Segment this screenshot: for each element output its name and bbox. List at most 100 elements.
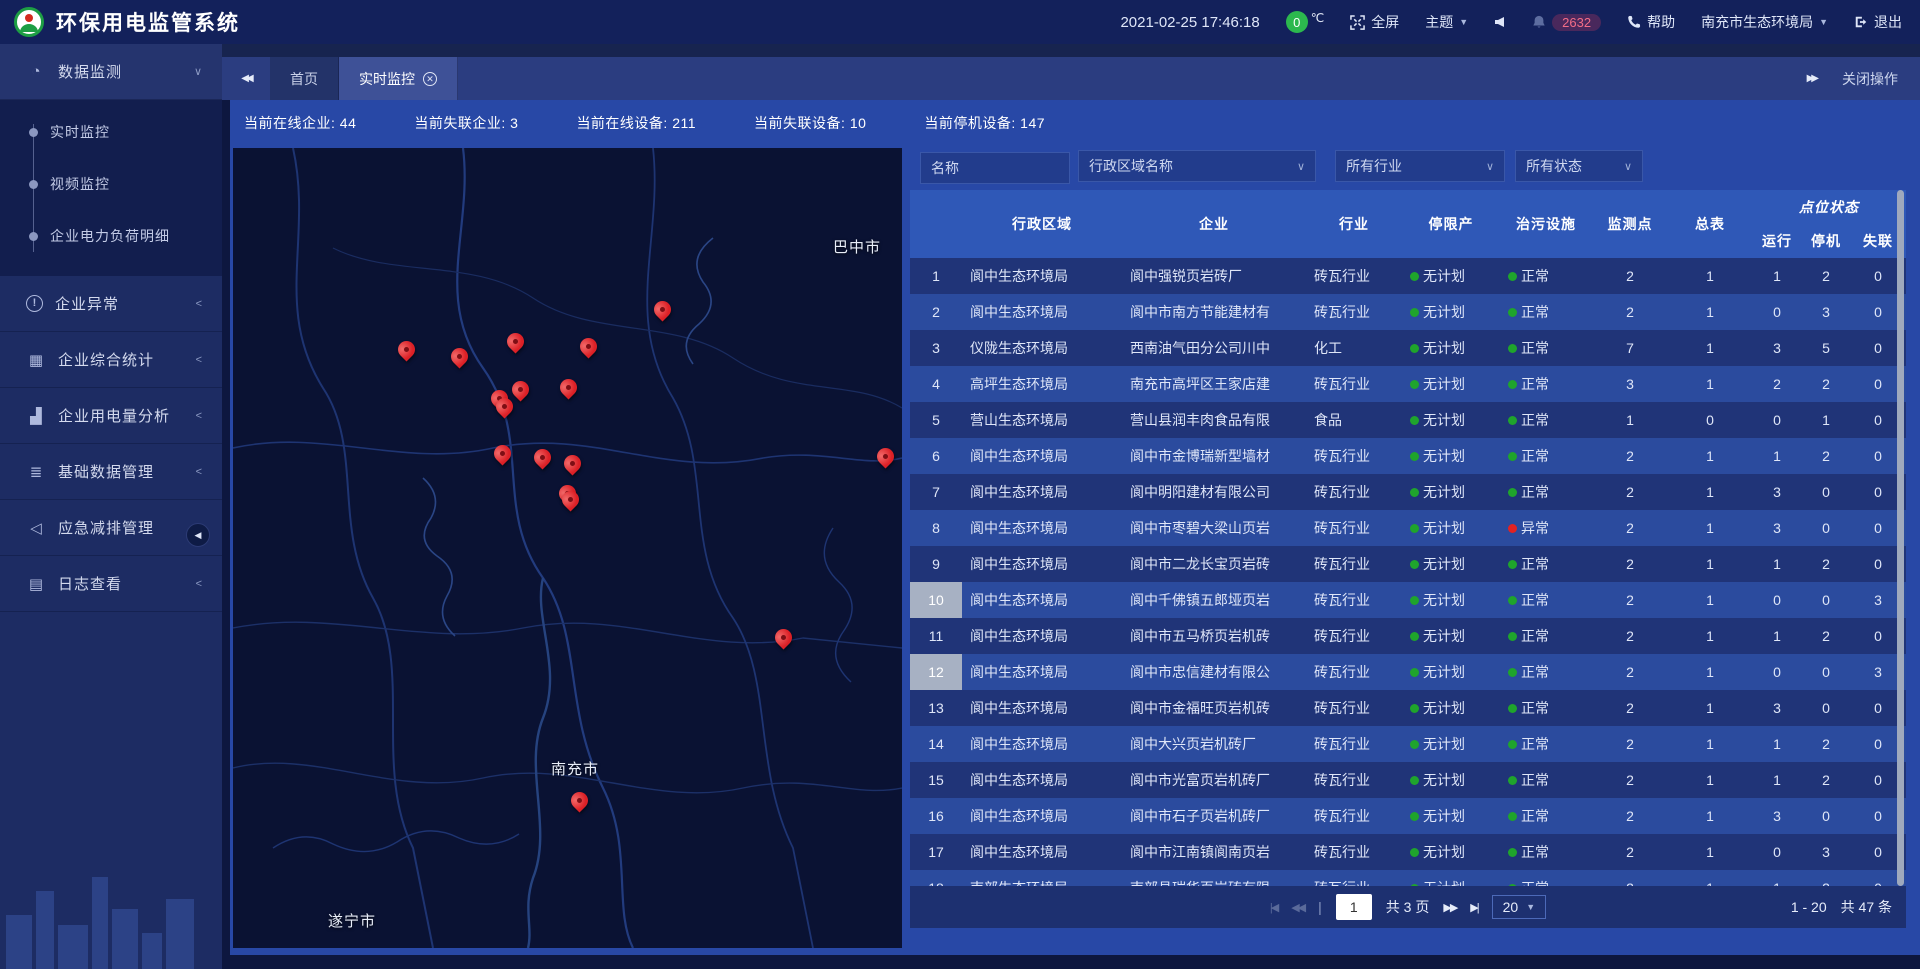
table-row[interactable]: 9阆中生态环境局阆中市二龙长宝页岩砖砖瓦行业无计划正常21120 [910, 546, 1906, 582]
cell-facility-status: 正常 [1500, 690, 1592, 726]
cell-running: 1 [1752, 762, 1802, 798]
status-dot-icon [1410, 452, 1419, 461]
status-dot-icon [1410, 812, 1419, 821]
sidebar-item-7[interactable]: ▤日志查看< [0, 556, 222, 612]
cell-facility-status: 正常 [1500, 618, 1592, 654]
status-dot-icon [1508, 560, 1517, 569]
cell-industry: 砖瓦行业 [1306, 474, 1402, 510]
table-row[interactable]: 2阆中生态环境局阆中市南方节能建材有砖瓦行业无计划正常21030 [910, 294, 1906, 330]
next-page-button[interactable]: ▶▶ [1443, 901, 1456, 914]
cell-company: 阆中市枣碧大梁山页岩 [1122, 510, 1306, 546]
cell-total-meters: 1 [1668, 798, 1752, 834]
status-dot-icon [1508, 308, 1517, 317]
page-size-select[interactable]: 20 ▼ [1492, 895, 1547, 919]
status-select[interactable]: 所有状态 ∨ [1515, 150, 1643, 182]
fullscreen-button[interactable]: 全屏 [1350, 12, 1399, 32]
table-row[interactable]: 6阆中生态环境局阆中市金博瑞新型墙材砖瓦行业无计划正常21120 [910, 438, 1906, 474]
chevron-left-icon: < [196, 410, 202, 422]
table-row[interactable]: 15阆中生态环境局阆中市光富页岩机砖厂砖瓦行业无计划正常21120 [910, 762, 1906, 798]
map[interactable]: 巴中市南充市遂宁市 [233, 148, 902, 948]
theme-dropdown[interactable]: 主题 ▼ [1425, 12, 1468, 32]
cell-facility-status: 正常 [1500, 438, 1592, 474]
cell-stopped: 0 [1802, 474, 1850, 510]
table-scrollbar[interactable] [1897, 190, 1904, 886]
cell-running: 1 [1752, 870, 1802, 886]
region-select[interactable]: 行政区域名称 ∨ [1078, 150, 1316, 182]
cell-rowno: 18 [910, 870, 962, 886]
sidebar-item-5[interactable]: ≣基础数据管理< [0, 444, 222, 500]
range-label: 1 - 20 [1791, 899, 1827, 915]
column-header-1: 行政区域 [962, 190, 1122, 258]
cell-rowno: 7 [910, 474, 962, 510]
tab-首页[interactable]: 首页 [270, 57, 339, 100]
status-dot-icon [1410, 668, 1419, 677]
cell-industry: 砖瓦行业 [1306, 762, 1402, 798]
cell-limit-status: 无计划 [1402, 510, 1500, 546]
prev-page-button[interactable]: ◀◀ [1291, 901, 1304, 914]
table-row[interactable]: 7阆中生态环境局阆中明阳建材有限公司砖瓦行业无计划正常21300 [910, 474, 1906, 510]
name-search-input[interactable] [920, 152, 1070, 184]
sidebar-subitem[interactable]: 视频监控 [0, 158, 222, 210]
cell-rowno: 5 [910, 402, 962, 438]
table-row[interactable]: 17阆中生态环境局阆中市江南镇阆南页岩砖瓦行业无计划正常21030 [910, 834, 1906, 870]
cell-rowno: 2 [910, 294, 962, 330]
table-row[interactable]: 8阆中生态环境局阆中市枣碧大梁山页岩砖瓦行业无计划异常21300 [910, 510, 1906, 546]
sidebar-item-2[interactable]: !企业异常< [0, 276, 222, 332]
cell-total-meters: 1 [1668, 294, 1752, 330]
cell-total-meters: 1 [1668, 870, 1752, 886]
last-page-button[interactable]: ▶| [1470, 901, 1477, 914]
sidebar-item-label: 企业用电量分析 [58, 405, 196, 426]
close-icon[interactable]: ✕ [423, 72, 437, 86]
sidebar-collapse-button[interactable]: ◀ [186, 523, 210, 547]
table-row[interactable]: 1阆中生态环境局阆中强锐页岩砖厂砖瓦行业无计划正常21120 [910, 258, 1906, 294]
table-row[interactable]: 18南部生态环境局南部县瑞华页岩砖有限砖瓦行业无计划正常21120 [910, 870, 1906, 886]
logout-button[interactable]: 退出 [1854, 12, 1902, 32]
close-operations-button[interactable]: 关闭操作 [1842, 69, 1898, 89]
table-row[interactable]: 14阆中生态环境局阆中大兴页岩机砖厂砖瓦行业无计划正常21120 [910, 726, 1906, 762]
table-row[interactable]: 10阆中生态环境局阆中千佛镇五郎垭页岩砖瓦行业无计划正常21003 [910, 582, 1906, 618]
sidebar-item-1[interactable]: ◔数据监测∨ [0, 44, 222, 100]
cell-region: 阆中生态环境局 [962, 258, 1122, 294]
tabs-scroll-right-button[interactable]: ▶▶ [1807, 73, 1816, 84]
cell-running: 3 [1752, 510, 1802, 546]
help-button[interactable]: 帮助 [1627, 12, 1675, 32]
cell-industry: 砖瓦行业 [1306, 798, 1402, 834]
cell-region: 高坪生态环境局 [962, 366, 1122, 402]
table-row[interactable]: 11阆中生态环境局阆中市五马桥页岩机砖砖瓦行业无计划正常21120 [910, 618, 1906, 654]
cell-stopped: 2 [1802, 438, 1850, 474]
cell-rowno: 14 [910, 726, 962, 762]
datetime: 2021-02-25 17:46:18 [1120, 14, 1259, 31]
sidebar-subitem[interactable]: 企业电力负荷明细 [0, 210, 222, 262]
cell-monitor-points: 2 [1592, 258, 1668, 294]
cell-monitor-points: 7 [1592, 330, 1668, 366]
table-row[interactable]: 16阆中生态环境局阆中市石子页岩机砖厂砖瓦行业无计划正常21300 [910, 798, 1906, 834]
stat-item-1: 当前在线企业: 44 [244, 113, 356, 133]
first-page-button[interactable]: |◀ [1270, 901, 1277, 914]
status-dot-icon [1410, 344, 1419, 353]
cell-facility-status: 正常 [1500, 654, 1592, 690]
status-dot-icon [1508, 416, 1517, 425]
cell-limit-status: 无计划 [1402, 258, 1500, 294]
sidebar-item-3[interactable]: ▦企业综合统计< [0, 332, 222, 388]
table-row[interactable]: 4高坪生态环境局南充市高坪区王家店建砖瓦行业无计划正常31220 [910, 366, 1906, 402]
org-dropdown[interactable]: 南充市生态环境局 ▼ [1701, 12, 1828, 32]
table-row[interactable]: 5营山生态环境局营山县润丰肉食品有限食品无计划正常10010 [910, 402, 1906, 438]
cell-rowno: 8 [910, 510, 962, 546]
table-row[interactable]: 13阆中生态环境局阆中市金福旺页岩机砖砖瓦行业无计划正常21300 [910, 690, 1906, 726]
cell-rowno: 11 [910, 618, 962, 654]
sidebar-item-4[interactable]: ▟企业用电量分析< [0, 388, 222, 444]
sidebar-subitem[interactable]: 实时监控 [0, 106, 222, 158]
notifications[interactable]: 2632 [1532, 14, 1601, 31]
tab-实时监控[interactable]: 实时监控✕ [339, 57, 458, 100]
tabs-scroll-left-button[interactable]: ◀◀ [222, 57, 270, 100]
table-row[interactable]: 12阆中生态环境局阆中市忠信建材有限公砖瓦行业无计划正常21003 [910, 654, 1906, 690]
cell-total-meters: 1 [1668, 762, 1752, 798]
industry-select[interactable]: 所有行业 ∨ [1335, 150, 1505, 182]
cell-total-meters: 1 [1668, 654, 1752, 690]
cell-limit-status: 无计划 [1402, 762, 1500, 798]
mute-button[interactable] [1494, 16, 1506, 28]
cell-monitor-points: 2 [1592, 690, 1668, 726]
table-row[interactable]: 3仪陇生态环境局西南油气田分公司川中化工无计划正常71350 [910, 330, 1906, 366]
page-number-input[interactable] [1336, 894, 1372, 920]
cell-rowno: 16 [910, 798, 962, 834]
